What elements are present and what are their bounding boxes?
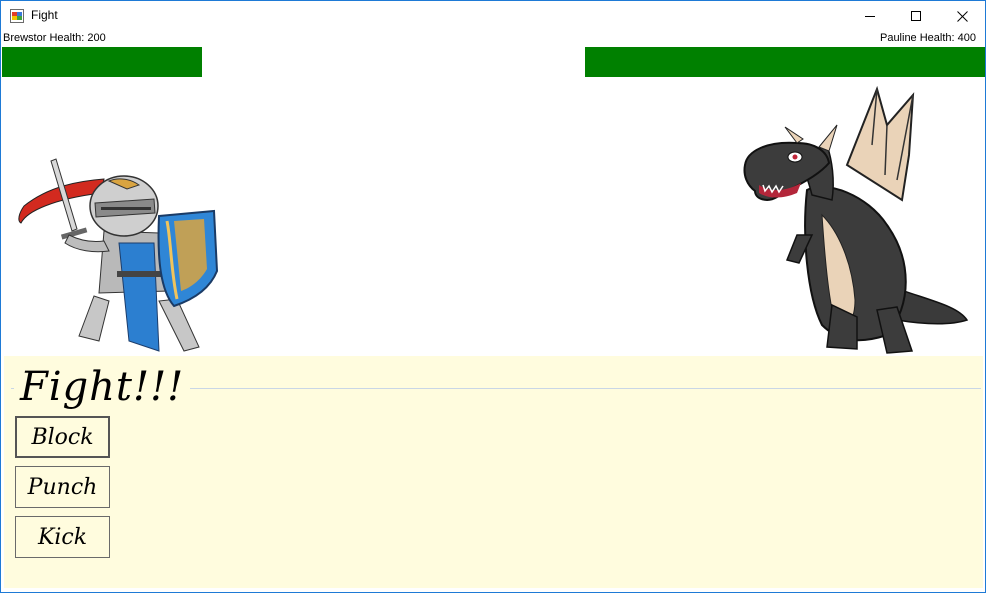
maximize-button[interactable] <box>893 1 939 31</box>
minimize-button[interactable] <box>847 1 893 31</box>
player-health-label: Brewstor Health: 200 <box>3 32 106 44</box>
maximize-icon <box>911 11 921 21</box>
fight-group-title: Fight!!! <box>14 361 191 413</box>
close-button[interactable] <box>939 1 985 31</box>
minimize-icon <box>865 16 875 17</box>
window-title: Fight <box>31 8 58 22</box>
close-icon <box>956 10 968 22</box>
punch-button[interactable]: Punch <box>15 466 110 508</box>
kick-button[interactable]: Kick <box>15 516 110 558</box>
knight-sprite <box>18 158 219 352</box>
dragon-sprite <box>743 85 969 354</box>
enemy-health-bar <box>585 47 985 77</box>
player-health-bar <box>2 47 202 77</box>
title-bar[interactable]: Fight <box>1 1 985 31</box>
enemy-health-fill <box>585 47 985 77</box>
block-button[interactable]: Block <box>15 416 110 458</box>
player-health-fill <box>2 47 202 77</box>
game-window: Fight Brewstor Health: 200 Pauline Healt… <box>0 0 986 593</box>
enemy-health-label: Pauline Health: 400 <box>879 32 976 44</box>
app-icon <box>10 9 24 23</box>
